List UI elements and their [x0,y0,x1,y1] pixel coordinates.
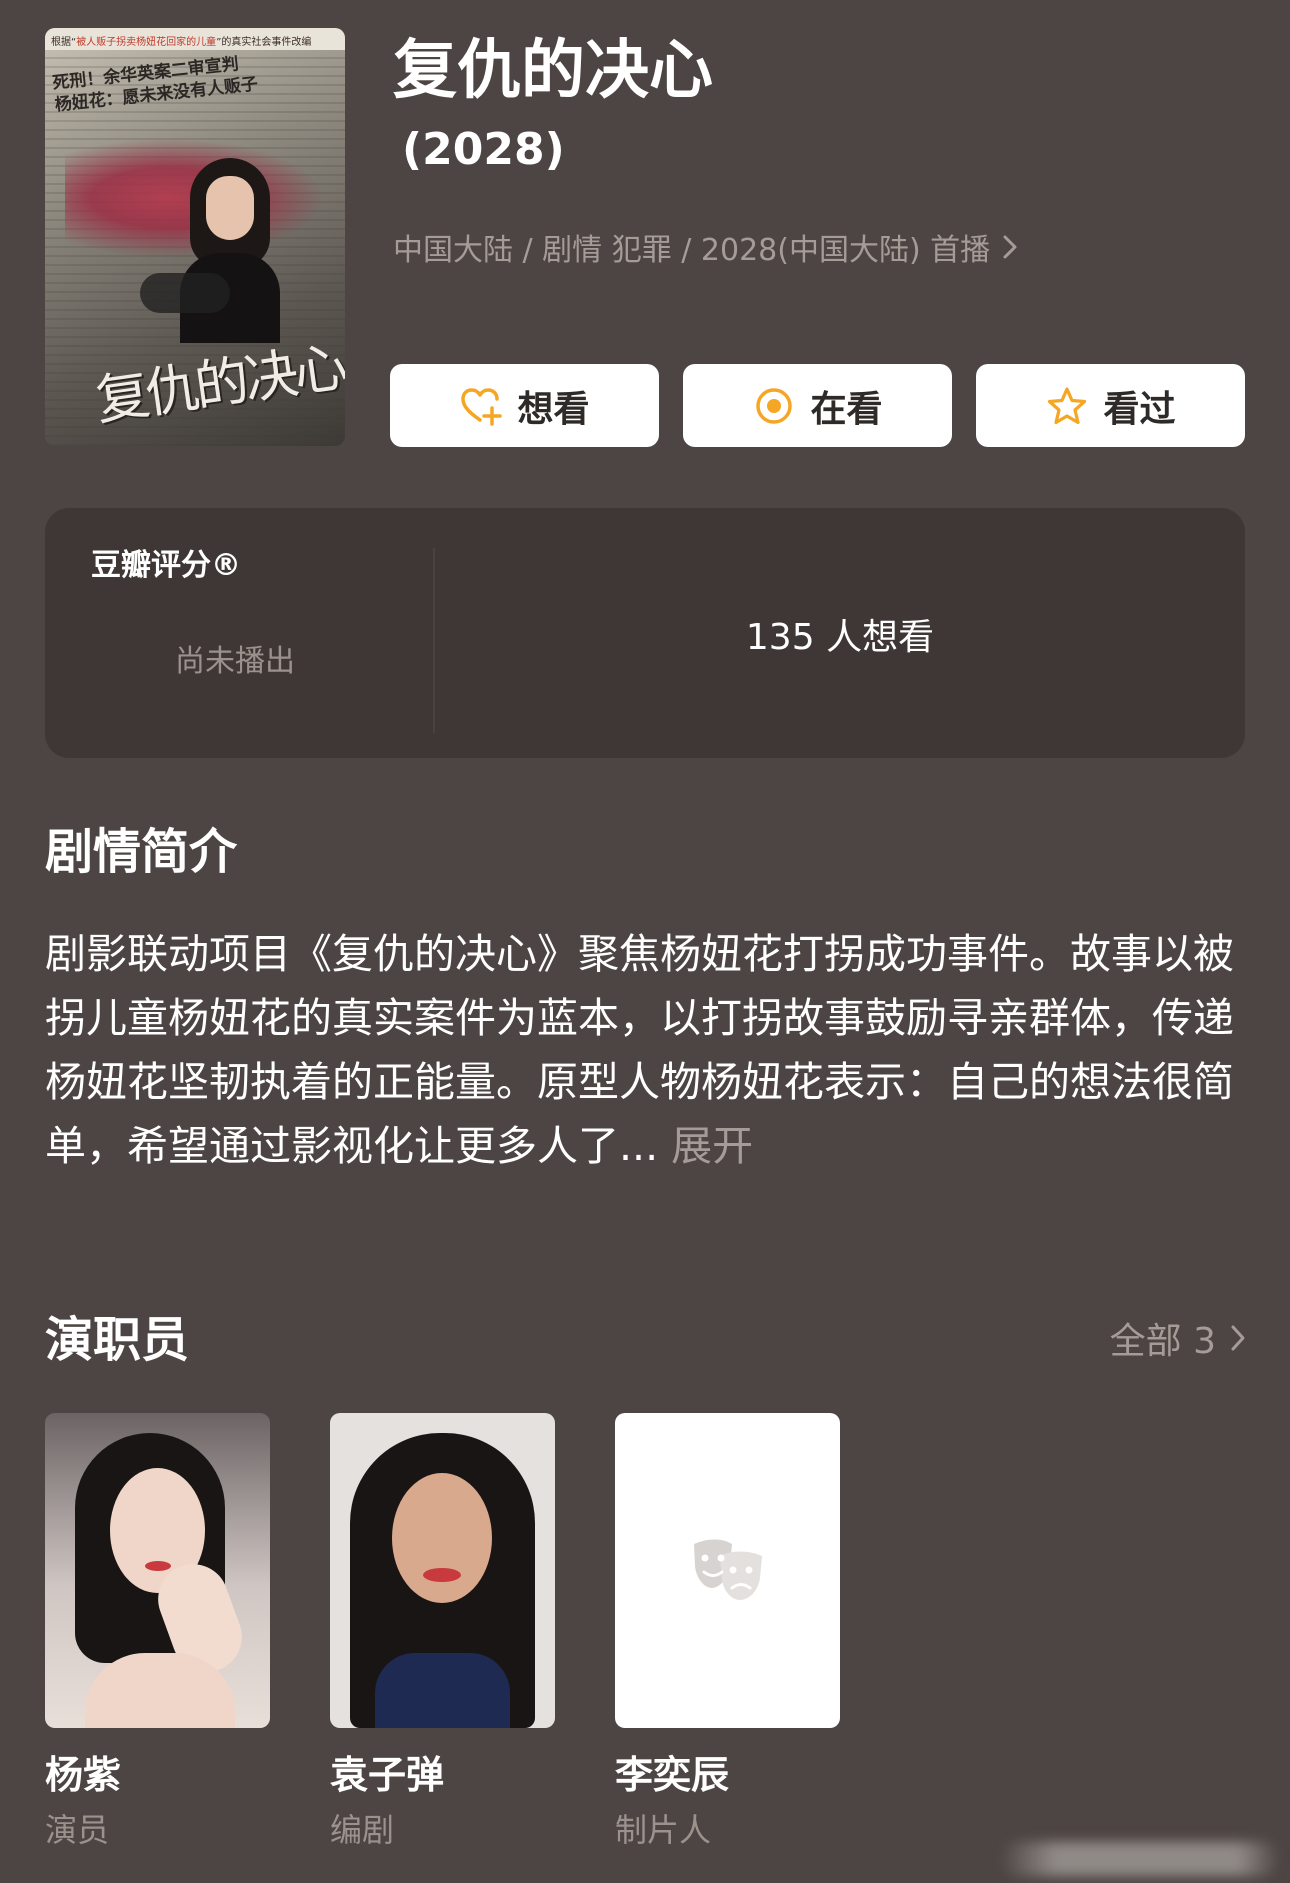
synopsis-heading: 剧情简介 [45,824,238,880]
poster-microphones [140,273,230,313]
watched-label: 看过 [1103,388,1176,430]
watched-button[interactable]: 看过 [976,364,1245,447]
rating-card: 豆瓣评分® 尚未播出 135 人想看 [45,508,1245,758]
show-meta-link[interactable]: 中国大陆 / 剧情 犯罪 / 2028(中国大陆) 首播 [393,225,1020,269]
cast-photo [330,1413,555,1728]
chevron-right-icon [1003,235,1017,259]
synopsis-body: 剧影联动项目《复仇的决心》聚焦杨妞花打拐成功事件。故事以被拐儿童杨妞花的真实案件… [45,930,1234,1170]
cast-role: 编剧 [330,1811,395,1849]
cast-heading: 演职员 [45,1312,190,1368]
douban-rating-label: 豆瓣评分® [91,548,241,583]
cast-photo-placeholder [615,1413,840,1728]
cast-all-link[interactable]: 全部 3 [1110,1312,1248,1364]
show-meta-text: 中国大陆 / 剧情 犯罪 / 2028(中国大陆) 首播 [393,233,991,268]
cast-all-label: 全部 3 [1109,1321,1216,1362]
rating-status: 尚未播出 [175,644,295,679]
cast-member-card[interactable]: 李奕辰 制片人 [615,1413,840,1852]
action-buttons: 想看 在看 看过 [390,364,1245,447]
cast-role: 制片人 [615,1811,712,1849]
show-year: (2028) [402,124,565,175]
heart-plus-icon [461,387,503,426]
target-icon [756,387,793,424]
synopsis-text[interactable]: 剧影联动项目《复仇的决心》聚焦杨妞花打拐成功事件。故事以被拐儿童杨妞花的真实案件… [45,922,1250,1178]
poster-strip-red-text: 被人贩子拐卖杨妞花回家的儿童 [76,37,217,48]
cast-name: 杨紫 [45,1753,122,1797]
poster-strip-prefix: 根据“ [51,37,77,48]
cast-name: 李奕辰 [615,1753,730,1797]
expand-synopsis-link[interactable]: 展开 [671,1122,753,1170]
watching-button[interactable]: 在看 [683,364,952,447]
blurred-watermark [1000,1842,1280,1876]
cast-member-card[interactable]: 袁子弹 编剧 [330,1413,555,1852]
want-to-watch-label: 想看 [517,388,590,430]
cast-name: 袁子弹 [330,1753,445,1797]
chevron-right-icon [1231,1325,1245,1351]
poster-image[interactable]: 根据“被人贩子拐卖杨妞花回家的儿童”的真实社会事件改编 死刑！余华英案二审宣判 … [45,28,345,446]
cast-photo [45,1413,270,1728]
show-title: 复仇的决心 [393,34,713,108]
movie-detail-page: 根据“被人贩子拐卖杨妞花回家的儿童”的真实社会事件改编 死刑！余华英案二审宣判 … [0,0,1290,1883]
theater-masks-icon [693,1539,762,1600]
want-to-watch-button[interactable]: 想看 [390,364,659,447]
star-icon [1048,386,1087,424]
cast-member-card[interactable]: 杨紫 演员 [45,1413,270,1852]
wish-count[interactable]: 135 人想看 [435,608,1245,660]
cast-role: 演员 [45,1811,110,1849]
cast-list: 杨紫 演员 袁子弹 编剧 李奕辰 制片人 [45,1413,840,1852]
watching-label: 在看 [810,388,883,430]
